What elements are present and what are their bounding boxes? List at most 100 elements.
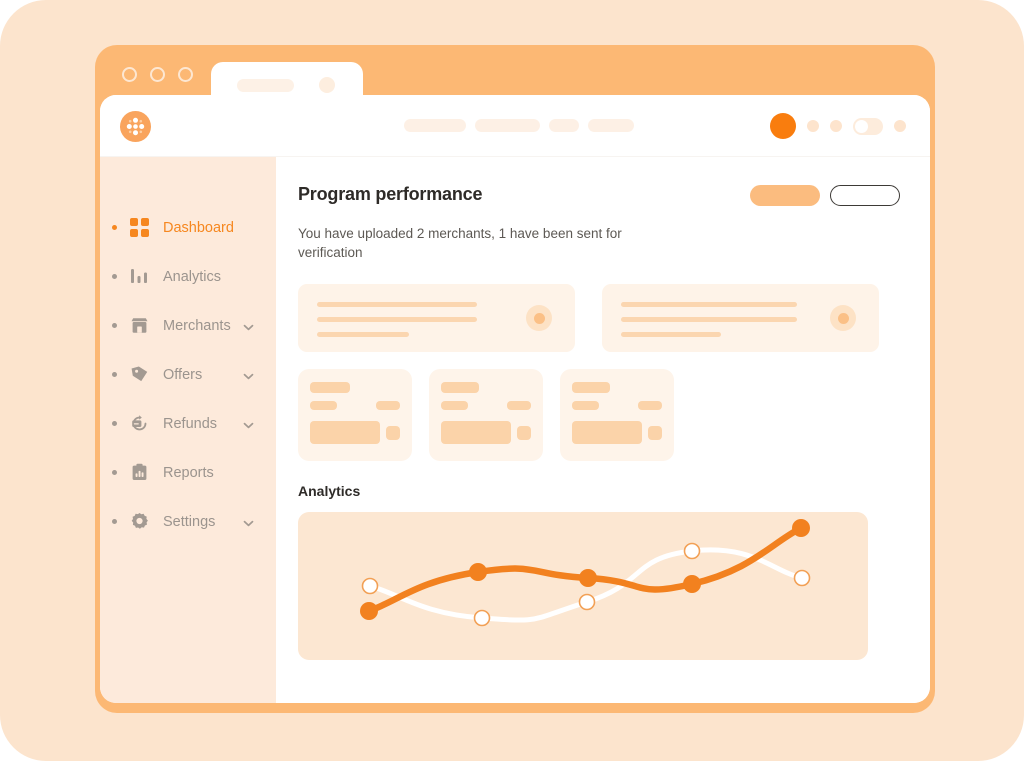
bar-chart-icon bbox=[129, 266, 150, 287]
sidebar-bullet bbox=[112, 274, 117, 279]
chevron-down-icon[interactable] bbox=[243, 320, 254, 331]
stat-card[interactable] bbox=[429, 369, 543, 461]
nav-link-3[interactable] bbox=[549, 119, 579, 132]
nav-link-4[interactable] bbox=[588, 119, 634, 132]
nav-link-1[interactable] bbox=[404, 119, 466, 132]
sidebar-item-label: Merchants bbox=[163, 317, 231, 334]
close-window-button[interactable] bbox=[122, 67, 137, 82]
stat-sub-placeholder bbox=[310, 401, 337, 410]
brand-logo-icon[interactable] bbox=[120, 111, 151, 142]
stat-block-small-placeholder bbox=[386, 425, 400, 440]
refund-icon bbox=[129, 413, 150, 434]
skeleton-line bbox=[317, 317, 477, 322]
sidebar-item-refunds[interactable]: Refunds bbox=[100, 399, 276, 448]
stat-cards bbox=[298, 369, 900, 461]
stat-block-small-placeholder bbox=[648, 425, 662, 440]
stat-title-placeholder bbox=[310, 382, 350, 393]
favicon-icon bbox=[319, 77, 335, 93]
stat-title-placeholder bbox=[572, 382, 610, 393]
stat-row bbox=[572, 401, 662, 410]
skeleton-line bbox=[621, 317, 797, 322]
info-card[interactable] bbox=[298, 284, 575, 352]
sidebar-bullet bbox=[112, 372, 117, 377]
theme-toggle[interactable] bbox=[853, 117, 883, 135]
sidebar-bullet bbox=[112, 421, 117, 426]
tag-icon bbox=[129, 364, 150, 385]
sidebar-item-settings[interactable]: Settings bbox=[100, 497, 276, 546]
messages-dot-icon[interactable] bbox=[830, 120, 842, 132]
analytics-chart-card[interactable] bbox=[298, 512, 868, 660]
skeleton-line bbox=[317, 332, 409, 337]
minimize-window-button[interactable] bbox=[150, 67, 165, 82]
chart-point-secondary-2[interactable] bbox=[473, 609, 491, 627]
sidebar-bullet bbox=[112, 225, 117, 230]
stat-right-placeholder bbox=[376, 401, 400, 410]
stat-row bbox=[310, 401, 400, 410]
sidebar-bullet bbox=[112, 470, 117, 475]
avatar[interactable] bbox=[770, 113, 796, 139]
stat-sub-placeholder bbox=[441, 401, 468, 410]
chevron-down-icon[interactable] bbox=[243, 418, 254, 429]
sidebar-item-reports[interactable]: Reports bbox=[100, 448, 276, 497]
page-background: Dashboard Analytics Merchants Offers Ref… bbox=[0, 0, 1024, 761]
sidebar-bullet bbox=[112, 323, 117, 328]
browser-window: Dashboard Analytics Merchants Offers Ref… bbox=[95, 45, 935, 713]
sidebar-item-label: Reports bbox=[163, 464, 214, 481]
nav-actions bbox=[770, 113, 906, 139]
analytics-line-chart bbox=[360, 519, 811, 627]
sidebar-bullet bbox=[112, 519, 117, 524]
sidebar-item-label: Offers bbox=[163, 366, 203, 383]
sidebar-item-label: Analytics bbox=[163, 268, 222, 285]
stat-right-placeholder bbox=[638, 401, 662, 410]
stat-bottom bbox=[441, 421, 531, 444]
skeleton-lines bbox=[317, 302, 477, 337]
stat-bottom bbox=[310, 421, 400, 444]
secondary-action-button[interactable] bbox=[830, 185, 900, 206]
chart-point-secondary-4[interactable] bbox=[683, 542, 701, 560]
stat-bottom bbox=[572, 421, 662, 444]
sidebar-item-offers[interactable]: Offers bbox=[100, 350, 276, 399]
app-viewport: Dashboard Analytics Merchants Offers Ref… bbox=[100, 95, 930, 703]
info-card[interactable] bbox=[602, 284, 879, 352]
chart-point-secondary-5[interactable] bbox=[793, 569, 811, 587]
more-dot-icon[interactable] bbox=[894, 120, 906, 132]
avatar bbox=[526, 305, 552, 331]
stat-card[interactable] bbox=[560, 369, 674, 461]
chart-point-primary-2[interactable] bbox=[469, 563, 487, 581]
sidebar-item-label: Settings bbox=[163, 513, 216, 530]
sidebar-item-analytics[interactable]: Analytics bbox=[100, 252, 276, 301]
chart-point-secondary-1[interactable] bbox=[361, 577, 379, 595]
nav-link-2[interactable] bbox=[475, 119, 540, 132]
chart-point-primary-4[interactable] bbox=[683, 575, 701, 593]
sidebar: Dashboard Analytics Merchants Offers Ref… bbox=[100, 157, 276, 703]
chart-point-primary-3[interactable] bbox=[579, 569, 597, 587]
sidebar-item-merchants[interactable]: Merchants bbox=[100, 301, 276, 350]
sidebar-item-label: Dashboard bbox=[163, 219, 234, 236]
stat-block-small-placeholder bbox=[517, 425, 531, 440]
stat-card[interactable] bbox=[298, 369, 412, 461]
skeleton-line bbox=[317, 302, 477, 307]
gear-icon bbox=[129, 511, 150, 532]
skeleton-line bbox=[621, 302, 797, 307]
main-content: Program performance You have uploaded 2 … bbox=[276, 157, 930, 703]
sidebar-item-label: Refunds bbox=[163, 415, 218, 432]
primary-action-button[interactable] bbox=[750, 185, 820, 206]
top-navigation-bar bbox=[100, 95, 930, 157]
sidebar-item-dashboard[interactable]: Dashboard bbox=[100, 203, 276, 252]
notification-dot-icon[interactable] bbox=[807, 120, 819, 132]
stat-block-placeholder bbox=[572, 421, 642, 444]
chart-point-primary-1[interactable] bbox=[360, 602, 378, 620]
stat-block-placeholder bbox=[310, 421, 380, 444]
skeleton-lines bbox=[621, 302, 797, 337]
chart-point-primary-5[interactable] bbox=[792, 519, 810, 537]
avatar bbox=[830, 305, 856, 331]
maximize-window-button[interactable] bbox=[178, 67, 193, 82]
grid-icon bbox=[129, 217, 150, 238]
skeleton-line bbox=[621, 332, 721, 337]
chevron-down-icon[interactable] bbox=[243, 516, 254, 527]
stat-sub-placeholder bbox=[572, 401, 599, 410]
chevron-down-icon[interactable] bbox=[243, 369, 254, 380]
stat-title-placeholder bbox=[441, 382, 479, 393]
toggle-knob bbox=[855, 119, 868, 133]
chart-point-secondary-3[interactable] bbox=[578, 593, 596, 611]
